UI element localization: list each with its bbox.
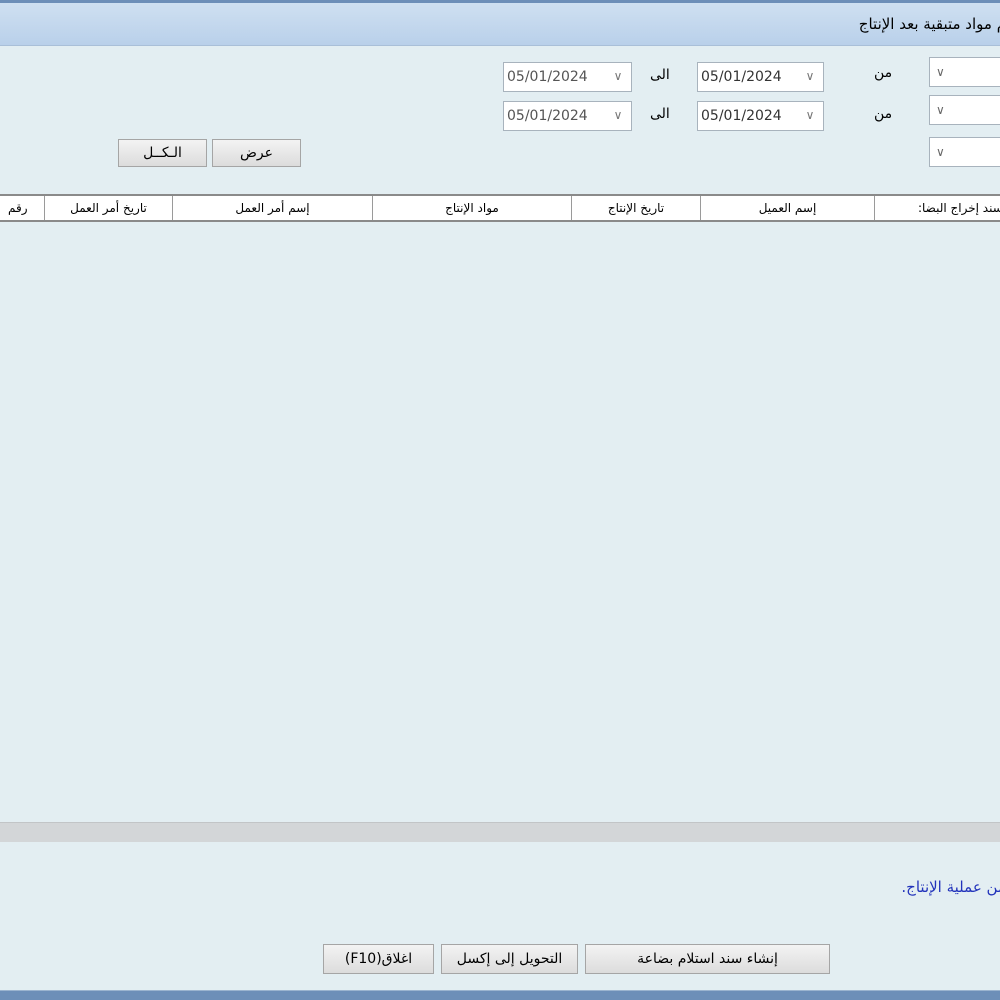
from-date-value-1: 05/01/2024 [701,69,782,85]
info-note: من عملية الإنتاج. [901,878,1000,896]
horizontal-scrollbar[interactable] [0,822,1000,842]
column-header-customer[interactable]: إسم العميل [700,196,874,220]
window-title: م مواد متبقية بعد الإنتاج [858,15,1000,33]
filter-combo-1[interactable]: ∨ [929,57,1000,87]
grid-header: م سند إخراج البضا: إسم العميل تاريخ الإن… [0,194,1000,222]
to-date-value-1: 05/01/2024 [507,69,588,85]
from-label-2: من [874,106,893,122]
chevron-down-icon: ∨ [936,103,945,117]
grid-body[interactable] [0,222,1000,822]
to-date-picker-1[interactable]: 05/01/2024 ∨ [503,62,632,92]
window-bottom-border [0,990,1000,1000]
chevron-down-icon: ∨ [613,108,623,122]
column-header-work-order-name[interactable]: إسم أمر العمل [172,196,372,220]
column-header-number[interactable]: رقم [0,196,44,220]
chevron-down-icon: ∨ [805,108,815,122]
chevron-down-icon: ∨ [805,69,815,83]
title-bar: م مواد متبقية بعد الإنتاج [0,3,1000,46]
filter-combo-2[interactable]: ∨ [929,95,1000,125]
all-button[interactable]: الـكــل [118,139,207,167]
column-header-production-date[interactable]: تاريخ الإنتاج [571,196,700,220]
create-goods-receipt-button[interactable]: إنشاء سند استلام بضاعة [585,944,830,974]
filter-combo-3[interactable]: ∨ [929,137,1000,167]
column-header-receipt[interactable]: م سند إخراج البضا: [874,196,1000,220]
from-label-1: من [874,65,893,81]
from-date-value-2: 05/01/2024 [701,108,782,124]
to-date-picker-2[interactable]: 05/01/2024 ∨ [503,101,632,131]
export-to-excel-button[interactable]: التحويل إلى إكسل [441,944,578,974]
chevron-down-icon: ∨ [936,145,945,159]
from-date-picker-1[interactable]: 05/01/2024 ∨ [697,62,824,92]
close-button[interactable]: اغلاق(F10) [323,944,434,974]
chevron-down-icon: ∨ [613,69,623,83]
from-date-picker-2[interactable]: 05/01/2024 ∨ [697,101,824,131]
to-label-2: الى [650,106,670,122]
to-date-value-2: 05/01/2024 [507,108,588,124]
chevron-down-icon: ∨ [936,65,945,79]
view-button[interactable]: عرض [212,139,301,167]
to-label-1: الى [650,67,670,83]
column-header-production-materials[interactable]: مواد الإنتاج [372,196,571,220]
column-header-work-order-date[interactable]: تاريخ أمر العمل [44,196,172,220]
